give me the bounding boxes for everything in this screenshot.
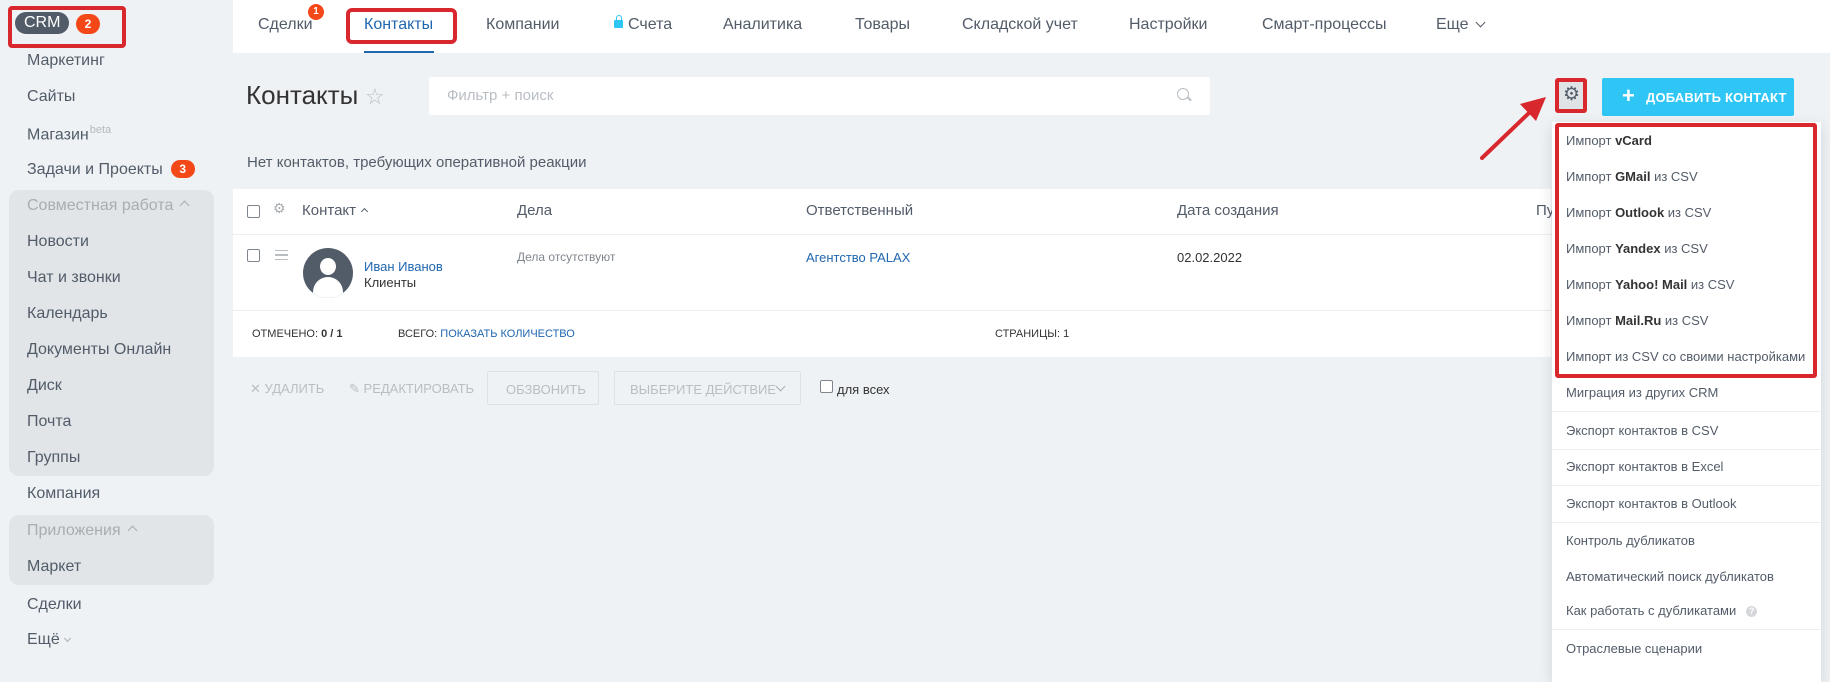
divider (1552, 522, 1821, 523)
menu-item-duplicate-help[interactable]: Как работать с дубликатами? (1566, 603, 1758, 618)
contact-name-link[interactable]: Иван Иванов (364, 259, 443, 274)
total-counter: ВСЕГО: ПОКАЗАТЬ КОЛИЧЕСТВО (398, 328, 575, 340)
help-icon[interactable]: ? (1746, 606, 1758, 617)
chevron-down-icon (775, 381, 786, 392)
sidebar-item-tasks[interactable]: Задачи и Проекты 3 (27, 160, 195, 179)
sidebar-group-apps-title[interactable]: Приложения (27, 522, 138, 540)
sidebar-group-collaboration-title[interactable]: Совместная работа (27, 197, 190, 215)
divider (233, 310, 1551, 311)
menu-item-export-csv[interactable]: Экспорт контактов в CSV (1566, 423, 1718, 438)
sort-asc-icon (360, 207, 369, 216)
menu-item-duplicate-auto-search[interactable]: Автоматический поиск дубликатов (1566, 569, 1774, 584)
for-all-checkbox[interactable] (820, 380, 833, 393)
select-all-checkbox[interactable] (247, 205, 260, 218)
crm-counter-badge: 2 (76, 14, 100, 34)
star-icon[interactable]: ☆ (365, 84, 385, 110)
activities-value: Дела отсутствуют (517, 250, 616, 264)
tab-contacts[interactable]: Контакты (364, 16, 433, 34)
plus-icon: + (1622, 83, 1635, 108)
sidebar-item-deals[interactable]: Сделки (27, 596, 82, 614)
page-title: Контакты (246, 80, 359, 110)
menu-item-industry-scenarios[interactable]: Отраслевые сценарии (1566, 641, 1702, 656)
tab-inventory[interactable]: Складской учет (962, 16, 1078, 34)
sidebar-item-docs[interactable]: Документы Онлайн (27, 341, 171, 359)
column-header-responsible[interactable]: Ответственный (806, 202, 913, 219)
menu-item-export-excel[interactable]: Экспорт контактов в Excel (1566, 459, 1723, 474)
sidebar-item-news[interactable]: Новости (27, 233, 89, 251)
tab-analytics[interactable]: Аналитика (723, 16, 802, 34)
tab-settings[interactable]: Настройки (1129, 16, 1207, 34)
contacts-grid: ⚙ Контакт Дела Ответственный Дата создан… (233, 189, 1554, 357)
row-checkbox[interactable] (247, 249, 260, 262)
divider (233, 234, 1551, 235)
sidebar-item-market[interactable]: Маркет (27, 558, 81, 576)
tab-companies[interactable]: Компании (486, 16, 560, 34)
avatar-head (320, 258, 336, 275)
beta-label: beta (89, 124, 112, 136)
close-icon: ✕ (250, 381, 261, 396)
lock-icon (614, 15, 623, 28)
tab-products[interactable]: Товары (855, 16, 910, 34)
chevron-down-icon (1475, 17, 1486, 28)
top-navigation: Сделки 1 Контакты Компании Счета Аналити… (233, 0, 1830, 53)
tasks-counter-badge: 3 (170, 160, 195, 178)
sidebar-item-company[interactable]: Компания (27, 485, 100, 503)
divider (1552, 411, 1821, 412)
sidebar-item-disk[interactable]: Диск (27, 377, 62, 395)
crm-menu-item[interactable]: CRM (15, 12, 70, 34)
avatar-body (313, 277, 343, 298)
search-bar (429, 77, 1210, 115)
selected-counter: ОТМЕЧЕНО: 0 / 1 (252, 328, 343, 340)
add-contact-button[interactable]: + ДОБАВИТЬ КОНТАКТ (1602, 78, 1794, 116)
tab-smart-processes[interactable]: Смарт-процессы (1262, 16, 1387, 34)
drag-handle-icon[interactable] (275, 250, 288, 260)
divider (1552, 485, 1821, 486)
active-tab-underline (364, 51, 434, 53)
delete-action[interactable]: ✕ УДАЛИТЬ (250, 381, 324, 397)
pencil-icon: ✎ (349, 381, 360, 396)
menu-item-migration[interactable]: Миграция из других CRM (1566, 385, 1718, 400)
tab-more[interactable]: Еще (1436, 16, 1486, 34)
settings-gear-button[interactable]: ⚙ (1555, 78, 1587, 113)
sidebar-item-chat[interactable]: Чат и звонки (27, 269, 121, 287)
edit-action[interactable]: ✎ РЕДАКТИРОВАТЬ (349, 381, 474, 397)
divider (1552, 629, 1821, 630)
sidebar-item-shop[interactable]: Магазинbeta (27, 124, 111, 144)
chevron-down-icon (63, 634, 71, 643)
menu-item-duplicate-control[interactable]: Контроль дубликатов (1566, 533, 1695, 548)
action-select[interactable]: ВЫБЕРИТЕ ДЕЙСТВИЕ (614, 371, 801, 405)
chevron-up-icon (127, 525, 138, 536)
search-input[interactable] (447, 87, 1147, 104)
sidebar-item-calendar[interactable]: Календарь (27, 305, 108, 323)
sidebar-item-more[interactable]: Ещё (27, 631, 71, 649)
column-settings-gear-icon[interactable]: ⚙ (273, 200, 286, 217)
avatar (303, 248, 353, 298)
pages-counter: СТРАНИЦЫ: 1 (995, 328, 1070, 340)
created-date: 02.02.2022 (1177, 250, 1243, 265)
show-count-link[interactable]: ПОКАЗАТЬ КОЛИЧЕСТВО (440, 328, 575, 340)
column-header-created[interactable]: Дата создания (1177, 202, 1279, 219)
sidebar-item-groups[interactable]: Группы (27, 449, 80, 467)
import-highlight-box (1555, 123, 1817, 378)
column-header-contact[interactable]: Контакт (302, 202, 369, 219)
deals-counter-badge: 1 (308, 4, 324, 20)
sidebar-item-sites[interactable]: Сайты (27, 88, 75, 106)
divider (1552, 449, 1821, 450)
sidebar: CRM 2 Маркетинг Сайты Магазинbeta Задачи… (0, 0, 232, 682)
tab-deals[interactable]: Сделки (258, 16, 313, 34)
menu-item-export-outlook[interactable]: Экспорт контактов в Outlook (1566, 496, 1736, 511)
for-all-label: для всех (837, 382, 890, 397)
tab-invoices[interactable]: Счета (614, 15, 672, 34)
call-button[interactable]: ОБЗВОНИТЬ (487, 371, 599, 405)
chevron-up-icon (179, 200, 190, 211)
sidebar-item-marketing[interactable]: Маркетинг (27, 52, 105, 70)
notice-text: Нет контактов, требующих оперативной реа… (247, 154, 587, 171)
gear-icon: ⚙ (1563, 84, 1581, 105)
column-header-activities[interactable]: Дела (517, 202, 552, 219)
sidebar-item-mail[interactable]: Почта (27, 413, 71, 431)
contact-type: Клиенты (364, 275, 417, 290)
responsible-link[interactable]: Агентство PALAX (806, 250, 910, 265)
search-icon[interactable] (1177, 88, 1189, 100)
